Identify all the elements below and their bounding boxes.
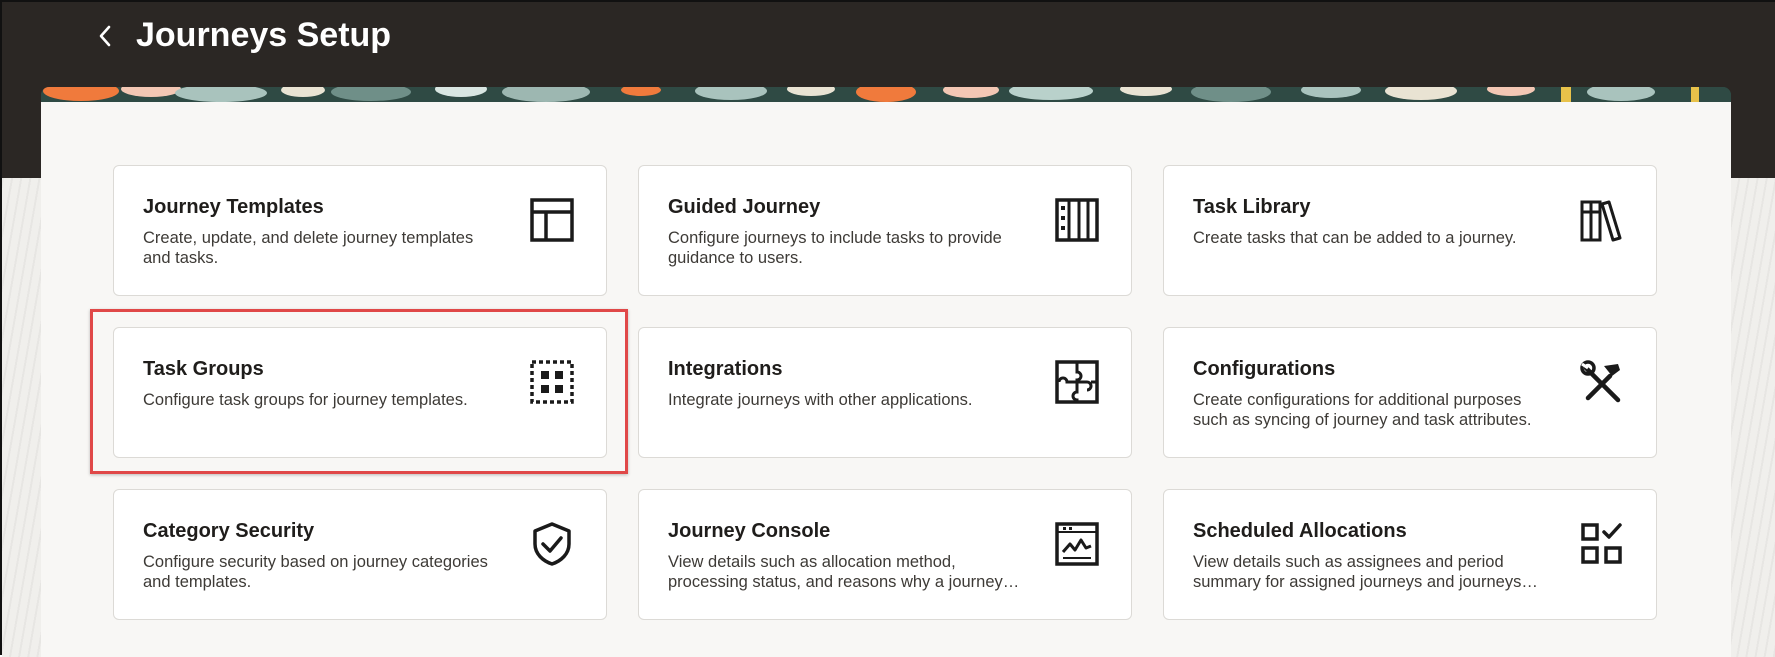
checklist-grid-icon xyxy=(1578,520,1626,568)
card-task-groups[interactable]: Task Groups Configure task groups for jo… xyxy=(113,327,607,458)
puzzle-icon xyxy=(1053,358,1101,406)
card-title: Task Library xyxy=(1193,196,1311,218)
card-title: Guided Journey xyxy=(668,196,821,218)
back-button[interactable] xyxy=(90,20,120,56)
card-title: Task Groups xyxy=(143,358,264,380)
card-guided-journey[interactable]: Guided Journey Configure journeys to inc… xyxy=(638,165,1132,296)
card-title: Journey Templates xyxy=(143,196,324,218)
card-description: Configure journeys to include tasks to p… xyxy=(668,229,1002,267)
card-title: Configurations xyxy=(1193,358,1336,380)
columns-icon xyxy=(1053,196,1101,244)
card-description: Configure security based on journey cate… xyxy=(143,553,488,591)
card-description: Configure task groups for journey templa… xyxy=(143,391,468,409)
card-category-security[interactable]: Category Security Configure security bas… xyxy=(113,489,607,620)
card-description: View details such as allocation method, … xyxy=(668,553,1020,591)
card-description: Integrate journeys with other applicatio… xyxy=(668,391,973,409)
card-journey-console[interactable]: Journey Console View details such as all… xyxy=(638,489,1132,620)
template-layout-icon xyxy=(528,196,576,244)
card-title: Scheduled Allocations xyxy=(1193,520,1407,542)
card-integrations[interactable]: Integrations Integrate journeys with oth… xyxy=(638,327,1132,458)
card-scheduled-allocations[interactable]: Scheduled Allocations View details such … xyxy=(1163,489,1657,620)
card-description: View details such as assignees and perio… xyxy=(1193,553,1538,591)
card-task-library[interactable]: Task Library Create tasks that can be ad… xyxy=(1163,165,1657,296)
chevron-left-icon xyxy=(97,24,113,53)
card-title: Category Security xyxy=(143,520,315,542)
card-title: Journey Console xyxy=(668,520,831,542)
card-configurations[interactable]: Configurations Create configurations for… xyxy=(1163,327,1657,458)
wrench-hammer-icon xyxy=(1578,358,1626,406)
card-description: Create configurations for additional pur… xyxy=(1193,391,1532,429)
card-description: Create tasks that can be added to a jour… xyxy=(1193,229,1517,247)
card-description: Create, update, and delete journey templ… xyxy=(143,229,474,267)
shield-check-icon xyxy=(528,520,576,568)
console-chart-icon xyxy=(1053,520,1101,568)
card-title: Integrations xyxy=(668,358,783,380)
decorative-banner xyxy=(41,87,1731,103)
card-journey-templates[interactable]: Journey Templates Create, update, and de… xyxy=(113,165,607,296)
library-books-icon xyxy=(1578,196,1626,244)
page-title: Journeys Setup xyxy=(136,16,392,54)
dotted-grid-icon xyxy=(528,358,576,406)
